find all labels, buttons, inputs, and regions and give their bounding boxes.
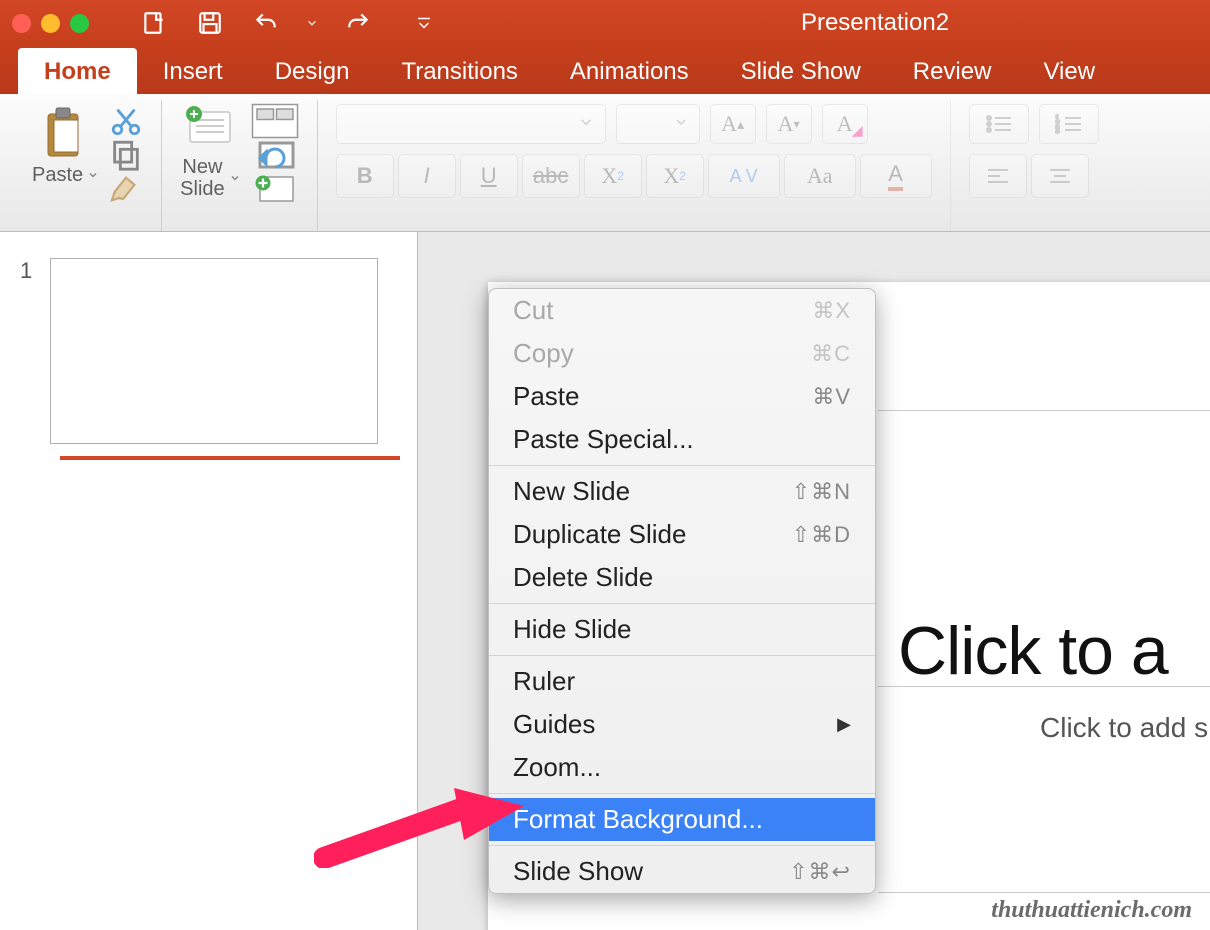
- watermark: thuthuattienich.com: [991, 897, 1192, 924]
- slide-thumbnails-panel[interactable]: 1: [0, 232, 418, 930]
- undo-icon[interactable]: [249, 10, 283, 36]
- undo-dropdown-icon[interactable]: [305, 10, 319, 36]
- zoom-window-button[interactable]: [70, 14, 89, 33]
- tab-review[interactable]: Review: [887, 48, 1018, 94]
- menu-item-delete-slide[interactable]: Delete Slide: [489, 556, 875, 599]
- menu-item-paste[interactable]: Paste⌘V: [489, 375, 875, 418]
- subtitle-placeholder[interactable]: Click to add s: [1040, 712, 1208, 744]
- menu-item-ruler[interactable]: Ruler: [489, 660, 875, 703]
- tab-animations[interactable]: Animations: [544, 48, 715, 94]
- slides-group: New Slide: [162, 100, 317, 231]
- redo-icon[interactable]: [341, 10, 375, 36]
- clipboard-group: Paste: [14, 100, 162, 231]
- thumbnail-selection-indicator: [60, 456, 400, 460]
- tab-design[interactable]: Design: [249, 48, 376, 94]
- menu-item-guides[interactable]: Guides▶: [489, 703, 875, 746]
- menu-item-new-slide[interactable]: New Slide⇧⌘N: [489, 470, 875, 513]
- quick-access-toolbar: [137, 10, 441, 36]
- menu-item-paste-special[interactable]: Paste Special...: [489, 418, 875, 461]
- window-controls: [12, 14, 89, 33]
- new-slide-button[interactable]: New Slide: [180, 104, 240, 200]
- italic-button[interactable]: I: [398, 154, 456, 198]
- title-placeholder[interactable]: Click to a: [898, 612, 1168, 690]
- underline-button[interactable]: U: [460, 154, 518, 198]
- bullets-button[interactable]: [969, 104, 1029, 144]
- character-spacing-button[interactable]: A V: [708, 154, 780, 198]
- font-name-combo[interactable]: [336, 104, 606, 144]
- subscript-button[interactable]: X2: [646, 154, 704, 198]
- increase-font-button[interactable]: A▴: [710, 104, 756, 144]
- menu-item-duplicate-slide[interactable]: Duplicate Slide⇧⌘D: [489, 513, 875, 556]
- placeholder-border: [878, 892, 1210, 893]
- placeholder-border: [878, 686, 1210, 687]
- reset-icon[interactable]: [251, 142, 299, 168]
- superscript-button[interactable]: X2: [584, 154, 642, 198]
- menu-item-zoom[interactable]: Zoom...: [489, 746, 875, 789]
- font-size-combo[interactable]: [616, 104, 700, 144]
- slide-thumbnail-1[interactable]: [50, 258, 378, 444]
- align-left-button[interactable]: [969, 154, 1027, 198]
- paste-label: Paste: [32, 164, 83, 186]
- tab-transitions[interactable]: Transitions: [375, 48, 543, 94]
- layout-icon[interactable]: [251, 108, 299, 134]
- new-slide-label: New Slide: [180, 156, 224, 200]
- numbering-button[interactable]: 123: [1039, 104, 1099, 144]
- tab-view[interactable]: View: [1017, 48, 1121, 94]
- menu-item-cut: Cut⌘X: [489, 289, 875, 332]
- align-center-button[interactable]: [1031, 154, 1089, 198]
- cut-icon[interactable]: [109, 108, 143, 134]
- copy-icon[interactable]: [109, 142, 143, 168]
- ribbon: Paste New Slide A▴ A: [0, 94, 1210, 232]
- paste-button[interactable]: Paste: [32, 104, 99, 186]
- clear-formatting-button[interactable]: A◢: [822, 104, 868, 144]
- paragraph-group: 123: [951, 100, 1117, 231]
- section-icon[interactable]: [251, 176, 299, 202]
- format-painter-icon[interactable]: [109, 176, 143, 202]
- menu-item-format-background[interactable]: Format Background...: [489, 798, 875, 841]
- customize-qat-icon[interactable]: [407, 10, 441, 36]
- minimize-window-button[interactable]: [41, 14, 60, 33]
- change-case-button[interactable]: Aa: [784, 154, 856, 198]
- tab-home[interactable]: Home: [18, 48, 137, 94]
- menu-item-hide-slide[interactable]: Hide Slide: [489, 608, 875, 651]
- tab-insert[interactable]: Insert: [137, 48, 249, 94]
- ribbon-tabs: Home Insert Design Transitions Animation…: [0, 46, 1210, 94]
- menu-item-copy: Copy⌘C: [489, 332, 875, 375]
- font-group: A▴ A▾ A◢ B I U abc X2 X2 A V Aa A: [318, 100, 951, 231]
- save-icon[interactable]: [193, 10, 227, 36]
- svg-text:3: 3: [1055, 126, 1060, 135]
- strikethrough-button[interactable]: abc: [522, 154, 580, 198]
- placeholder-border: [878, 410, 1210, 411]
- context-menu: Cut⌘XCopy⌘CPaste⌘VPaste Special... New Sl…: [488, 288, 876, 894]
- bold-button[interactable]: B: [336, 154, 394, 198]
- document-title: Presentation2: [801, 9, 949, 37]
- font-color-button[interactable]: A: [860, 154, 932, 198]
- file-icon[interactable]: [137, 10, 171, 36]
- decrease-font-button[interactable]: A▾: [766, 104, 812, 144]
- thumbnail-number: 1: [20, 258, 32, 444]
- menu-item-slide-show[interactable]: Slide Show⇧⌘↩: [489, 850, 875, 893]
- close-window-button[interactable]: [12, 14, 31, 33]
- tab-slide-show[interactable]: Slide Show: [715, 48, 887, 94]
- title-bar: Presentation2: [0, 0, 1210, 46]
